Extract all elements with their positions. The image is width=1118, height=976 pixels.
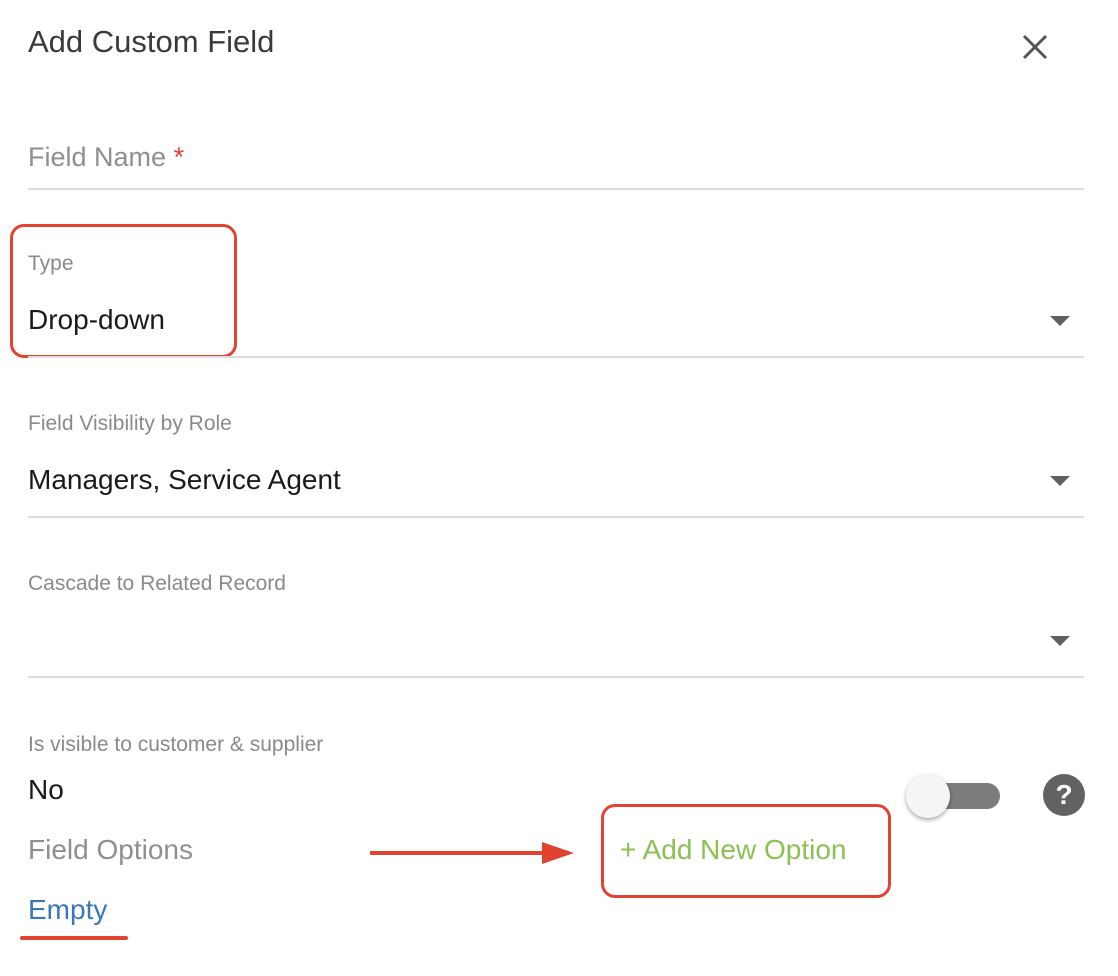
- required-mark: *: [173, 142, 185, 172]
- type-highlight-box: [10, 224, 237, 358]
- add-new-option-button[interactable]: + Add New Option: [620, 834, 846, 866]
- caret-down-icon[interactable]: [1050, 636, 1070, 646]
- cascade-select[interactable]: [28, 624, 1028, 658]
- cascade-label: Cascade to Related Record: [28, 572, 286, 595]
- empty-options-text: Empty: [28, 894, 108, 925]
- field-options-label: Field Options: [28, 834, 193, 865]
- close-icon[interactable]: [1018, 30, 1052, 64]
- arrow-right-icon: [370, 842, 574, 864]
- field-name-placeholder: Field Name: [28, 142, 167, 172]
- field-name-input[interactable]: Field Name *: [28, 142, 184, 173]
- dialog-title: Add Custom Field: [28, 24, 275, 59]
- visibility-select[interactable]: Managers, Service Agent: [28, 464, 341, 496]
- caret-down-icon[interactable]: [1050, 476, 1070, 486]
- visibility-label: Field Visibility by Role: [28, 412, 232, 435]
- caret-down-icon[interactable]: [1050, 316, 1070, 326]
- customer-visibility-value: No: [28, 774, 64, 805]
- empty-underline-mark: [20, 936, 128, 940]
- visibility-underline: [28, 516, 1084, 518]
- question-icon[interactable]: ?: [1043, 774, 1085, 816]
- field-name-underline: [28, 188, 1084, 190]
- type-select[interactable]: Drop-down: [28, 304, 165, 336]
- type-label: Type: [28, 252, 74, 275]
- customer-visibility-label: Is visible to customer & supplier: [28, 733, 324, 756]
- type-underline: [28, 356, 1084, 358]
- cascade-underline: [28, 676, 1084, 678]
- customer-visibility-toggle[interactable]: [906, 774, 1000, 818]
- toggle-knob: [906, 774, 950, 818]
